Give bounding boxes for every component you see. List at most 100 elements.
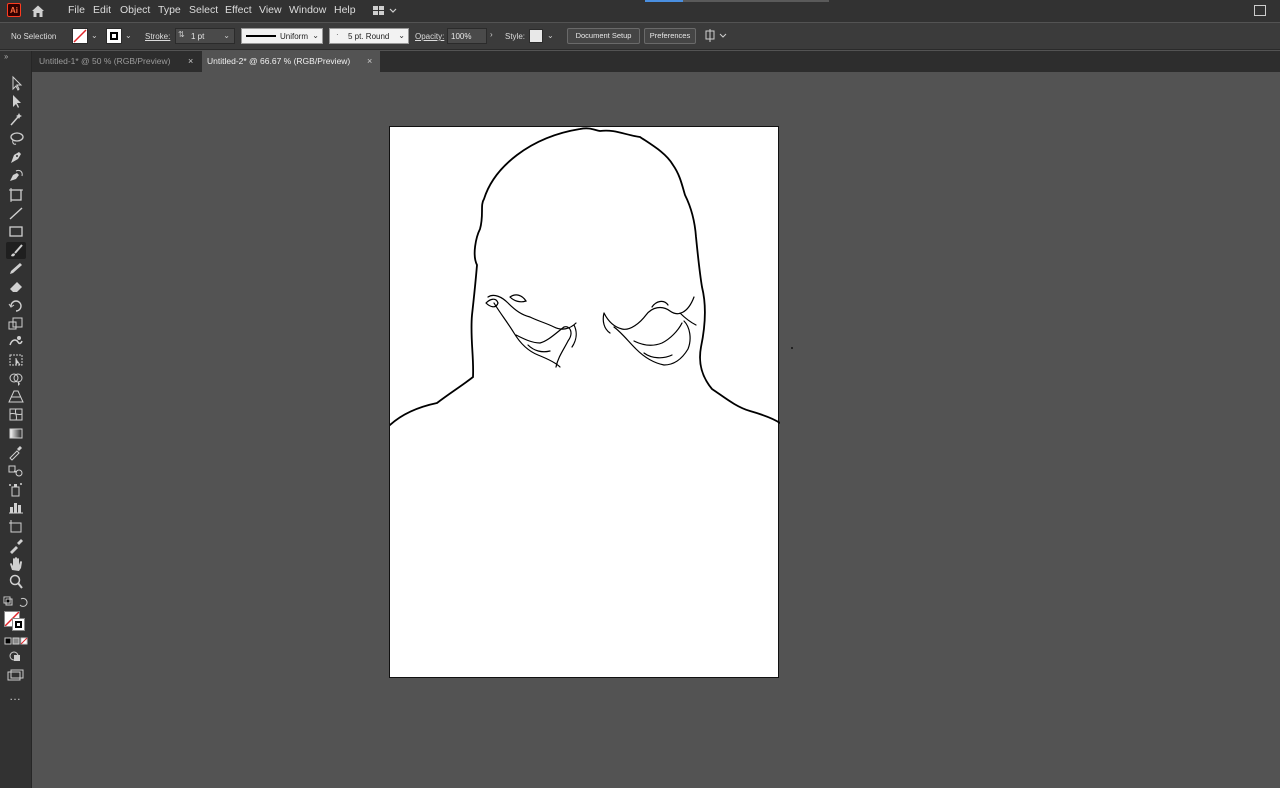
tab-label: Untitled-1* @ 50 % (RGB/Preview) <box>39 56 171 66</box>
document-setup-button[interactable]: Document Setup <box>567 28 640 44</box>
menu-view[interactable]: View <box>259 4 282 16</box>
default-colors-icon[interactable] <box>3 596 29 608</box>
menu-effect[interactable]: Effect <box>225 4 252 16</box>
home-icon[interactable] <box>30 3 46 19</box>
search-bar-track <box>683 0 829 2</box>
edit-toolbar-icon[interactable]: … <box>9 689 21 703</box>
app-logo: Ai <box>7 3 21 17</box>
none-fill-icon <box>73 29 87 43</box>
stroke-dropdown-chevron-icon[interactable]: ⌄ <box>125 31 132 40</box>
artboard[interactable] <box>389 126 780 678</box>
gradient-tool[interactable] <box>6 425 26 442</box>
tab-untitled-1[interactable]: Untitled-1* @ 50 % (RGB/Preview) × <box>32 51 202 72</box>
free-transform-tool[interactable] <box>6 351 26 368</box>
pen-tool[interactable] <box>6 149 26 166</box>
artboard-tool[interactable] <box>6 186 26 203</box>
menu-type[interactable]: Type <box>158 4 181 16</box>
stroke-weight-chevron-icon[interactable]: ⌄ <box>223 31 230 40</box>
close-icon[interactable]: × <box>188 51 193 72</box>
search-progress-indicator <box>645 0 683 2</box>
fill-dropdown-chevron-icon[interactable]: ⌄ <box>91 31 98 40</box>
tab-label: Untitled-2* @ 66.67 % (RGB/Preview) <box>207 56 351 66</box>
symbol-sprayer-tool[interactable] <box>6 481 26 498</box>
eyedropper-alt-tool[interactable] <box>6 537 26 554</box>
rotate-icon <box>8 300 22 312</box>
graphic-style-swatch[interactable] <box>529 29 543 43</box>
slice-tool[interactable] <box>6 518 26 535</box>
fill-swatch[interactable] <box>72 28 88 44</box>
align-options-icon[interactable] <box>704 29 728 43</box>
hand-tool[interactable] <box>6 555 26 572</box>
stroke-label[interactable]: Stroke: <box>145 32 170 41</box>
perspective-grid-tool[interactable] <box>6 388 26 405</box>
menu-object[interactable]: Object <box>120 4 150 16</box>
mesh-tool[interactable] <box>6 406 26 423</box>
mesh-icon <box>9 408 23 421</box>
pencil-tool[interactable] <box>6 260 26 277</box>
tools-panel: ›› … <box>0 51 32 788</box>
lasso-tool[interactable] <box>6 130 26 147</box>
variable-width-profile[interactable]: Uniform ⌄ <box>241 28 323 44</box>
column-graph-tool[interactable] <box>6 499 26 516</box>
magic-wand-icon <box>10 113 22 126</box>
shape-builder-tool[interactable] <box>6 370 26 387</box>
direct-selection-tool[interactable] <box>6 93 26 110</box>
menu-select[interactable]: Select <box>189 4 218 16</box>
eyedropper-tool[interactable] <box>6 444 26 461</box>
hand-icon <box>10 557 22 571</box>
brush-chevron-icon[interactable]: ⌄ <box>398 31 405 40</box>
rectangle-tool[interactable] <box>6 223 26 240</box>
menu-help[interactable]: Help <box>334 4 356 16</box>
opacity-value: 100% <box>451 32 472 41</box>
stroke-weight-value: 1 pt <box>191 32 205 41</box>
curvature-icon <box>10 169 23 181</box>
pen-icon <box>11 152 21 163</box>
stroke-color-box[interactable] <box>12 618 25 631</box>
scale-tool[interactable] <box>6 315 26 332</box>
workspace-switcher-icon[interactable] <box>372 4 398 18</box>
draw-mode-icon[interactable] <box>8 650 24 662</box>
preferences-button[interactable]: Preferences <box>644 28 696 44</box>
selection-status: No Selection <box>11 32 57 41</box>
brush-definition[interactable]: · 5 pt. Round ⌄ <box>329 28 409 44</box>
left-eye-scribble-path <box>485 294 577 368</box>
stroke-weight-field[interactable]: ⇅ 1 pt ⌄ <box>175 28 235 44</box>
style-label: Style: <box>505 32 526 41</box>
rectangle-icon <box>9 226 23 237</box>
menu-edit[interactable]: Edit <box>93 4 111 16</box>
head-silhouette-path <box>390 127 780 426</box>
menu-window[interactable]: Window <box>289 4 326 16</box>
selection-icon <box>12 75 23 91</box>
magic-wand-tool[interactable] <box>6 111 26 128</box>
close-icon[interactable]: × <box>367 51 372 72</box>
stroke-stepper-icon[interactable]: ⇅ <box>178 30 185 39</box>
opacity-field[interactable]: 100% <box>447 28 487 44</box>
profile-chevron-icon[interactable]: ⌄ <box>312 31 319 40</box>
arrange-documents-icon[interactable] <box>1254 5 1266 16</box>
eraser-tool[interactable] <box>6 278 26 295</box>
selection-tool[interactable] <box>6 75 26 92</box>
head-outline-drawing <box>390 127 780 426</box>
lasso-icon <box>10 132 24 145</box>
blend-icon <box>8 465 23 477</box>
opacity-arrow-icon[interactable]: › <box>490 30 493 39</box>
style-chevron-icon[interactable]: ⌄ <box>547 31 554 40</box>
artboard-icon <box>9 188 23 202</box>
panel-collapse-icon[interactable]: ›› <box>4 52 8 61</box>
tab-untitled-2[interactable]: Untitled-2* @ 66.67 % (RGB/Preview) × <box>202 51 380 72</box>
rotate-tool[interactable] <box>6 297 26 314</box>
stroke-swatch[interactable] <box>106 28 122 44</box>
eyedropper-alt-icon <box>10 539 23 554</box>
color-mode-icons[interactable] <box>4 637 28 646</box>
warp-tool[interactable] <box>6 333 26 350</box>
paintbrush-tool[interactable] <box>6 242 26 259</box>
line-tool[interactable] <box>6 205 26 222</box>
blend-tool[interactable] <box>6 462 26 479</box>
menu-file[interactable]: File <box>68 4 85 16</box>
curvature-tool[interactable] <box>6 167 26 184</box>
screen-mode-icon[interactable] <box>7 669 25 681</box>
shape-builder-icon <box>9 373 23 386</box>
opacity-label[interactable]: Opacity: <box>415 32 444 41</box>
zoom-tool[interactable] <box>6 573 26 590</box>
gradient-icon <box>9 428 23 439</box>
